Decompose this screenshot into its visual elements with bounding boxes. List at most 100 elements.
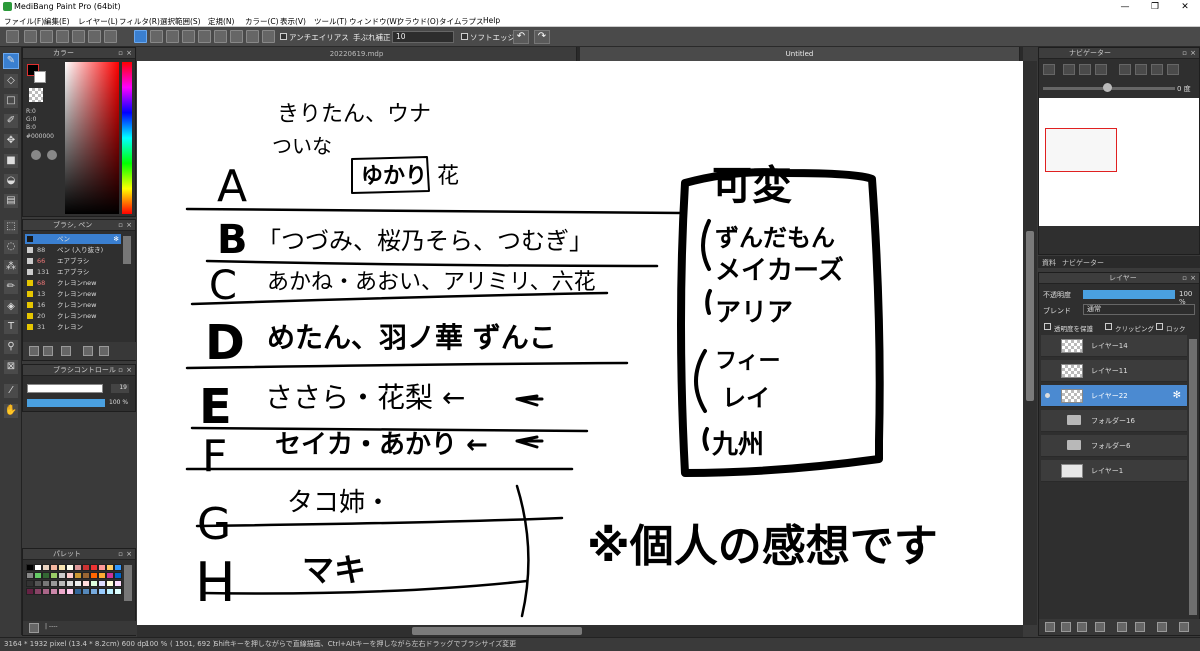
brush-item[interactable]: 68 クレヨンnew [25, 278, 121, 288]
tab-navigator[interactable]: ナビゲーター [1062, 258, 1104, 268]
layer-item[interactable]: レイヤー14 [1041, 335, 1187, 357]
palette-swatch[interactable] [114, 572, 122, 579]
brush-add-icon[interactable] [29, 346, 39, 356]
reset-rotation-icon[interactable] [1151, 64, 1163, 75]
palette-swatch[interactable] [82, 588, 90, 595]
palette-swatch[interactable] [26, 564, 34, 571]
navigator-preview[interactable] [1039, 98, 1199, 226]
palette-swatch[interactable] [98, 580, 106, 587]
snap-settings-icon[interactable] [262, 30, 275, 43]
select-pen-tool-icon[interactable]: ✏ [3, 279, 19, 295]
palette-menu[interactable]: | ---- [45, 623, 58, 630]
save-icon[interactable] [88, 30, 101, 43]
panel-float-icon[interactable]: ▫ [118, 549, 123, 560]
menu-help[interactable]: Help [483, 16, 500, 25]
palette-swatch[interactable] [114, 580, 122, 587]
palette-swatch[interactable] [74, 564, 82, 571]
palette-scrollbar[interactable] [124, 565, 132, 601]
flip-horizontal-icon[interactable] [1167, 64, 1179, 75]
dot-tool-icon[interactable]: ✐ [3, 113, 19, 129]
brush-item[interactable]: 16 クレヨンnew [25, 300, 121, 310]
delete-layer-icon[interactable] [1179, 622, 1189, 632]
palette-swatch[interactable] [34, 564, 42, 571]
brush-opacity-slider[interactable] [27, 399, 105, 407]
brush-tool-icon[interactable]: ✎ [3, 53, 19, 69]
palette-swatch[interactable] [90, 572, 98, 579]
stabilizer-select[interactable]: 10 [392, 31, 454, 43]
panel-close-icon[interactable]: × [126, 549, 132, 560]
tab-material[interactable]: 資料 [1042, 258, 1056, 268]
palette-swatch[interactable] [106, 580, 114, 587]
drawing-canvas[interactable]: きりたん、ウナ ついな ゆかり 花 A B 「つづみ、桜乃そら、つむぎ」 C あ… [137, 61, 1023, 625]
redo-button[interactable]: ↷ [534, 30, 550, 44]
palette-swatch[interactable] [114, 564, 122, 571]
close-button[interactable]: ✕ [1170, 0, 1200, 14]
snap-radial-icon[interactable] [198, 30, 211, 43]
vscroll-thumb[interactable] [1026, 231, 1034, 401]
snap-circle-icon[interactable] [214, 30, 227, 43]
soft-edge-checkbox[interactable] [461, 33, 468, 40]
zoom-in-icon[interactable] [1043, 64, 1055, 75]
rect-select-tool-icon[interactable]: □ [3, 93, 19, 109]
brush-size-value[interactable]: 19 [111, 384, 129, 393]
brush-folder-icon[interactable] [99, 346, 109, 356]
menu-cloud[interactable]: クラウド(O) [397, 16, 439, 27]
layer-item[interactable]: レイヤー1 [1041, 460, 1187, 482]
menu-color[interactable]: カラー(C) [245, 16, 279, 27]
palette-swatch[interactable] [34, 588, 42, 595]
brush-item[interactable]: ペン ✻ [25, 234, 121, 244]
lasso-tool-icon[interactable]: ◌ [3, 239, 19, 255]
new-halftone-layer-icon[interactable] [1061, 622, 1071, 632]
rotation-slider-thumb[interactable] [1103, 83, 1112, 92]
palette-swatch[interactable] [106, 572, 114, 579]
fit-icon[interactable] [1079, 64, 1091, 75]
palette-swatch[interactable] [50, 580, 58, 587]
canvas-horizontal-scrollbar[interactable] [137, 625, 1023, 637]
navigator-viewport[interactable] [1045, 128, 1117, 172]
palette-swatch[interactable] [50, 588, 58, 595]
layer-property-icon[interactable] [1157, 622, 1167, 632]
divide-tool-icon[interactable]: ⚲ [3, 339, 19, 355]
palette-swatch[interactable] [98, 572, 106, 579]
clipping-checkbox[interactable] [1105, 323, 1112, 330]
tab-20220619[interactable]: 20220619.mdp [137, 47, 577, 61]
panel-float-icon[interactable]: ▫ [118, 365, 123, 376]
palette-swatch[interactable] [50, 572, 58, 579]
palette-swatch[interactable] [90, 588, 98, 595]
zoom-out-icon[interactable] [1063, 64, 1075, 75]
layer-item[interactable]: レイヤー11 [1041, 360, 1187, 382]
palette-swatch[interactable] [26, 588, 34, 595]
brush-edit-icon[interactable] [83, 346, 93, 356]
palette-swatch[interactable] [58, 588, 66, 595]
folder-item[interactable]: フォルダー6 [1041, 435, 1187, 457]
palette-swatch[interactable] [42, 564, 50, 571]
antialias-checkbox[interactable] [280, 33, 287, 40]
menu-filter[interactable]: フィルタ(R) [119, 16, 160, 27]
transparent-swatch[interactable] [29, 88, 43, 102]
rotate-right-icon[interactable] [1135, 64, 1147, 75]
palette-swatch[interactable] [58, 580, 66, 587]
palette-add-icon[interactable] [29, 623, 39, 633]
menu-window[interactable]: ウィンドウ(W) [349, 16, 400, 27]
brush-item[interactable]: 20 クレヨンnew [25, 311, 121, 321]
menu-file[interactable]: ファイル(F) [4, 16, 44, 27]
palette-swatch[interactable] [34, 572, 42, 579]
eraser-tool-icon[interactable]: ◇ [3, 73, 19, 89]
palette-swatch[interactable] [98, 588, 106, 595]
select-tool-icon[interactable]: ⬚ [3, 219, 19, 235]
rotate-left-icon[interactable] [1119, 64, 1131, 75]
palette-swatch[interactable] [58, 572, 66, 579]
new-file-icon[interactable] [24, 30, 37, 43]
palette-swatch[interactable] [66, 572, 74, 579]
palette-swatch[interactable] [98, 564, 106, 571]
brush-size-slider[interactable] [27, 384, 103, 393]
panel-float-icon[interactable]: ▫ [1182, 273, 1187, 284]
menu-ruler[interactable]: 定規(N) [208, 16, 234, 27]
palette-swatch[interactable] [74, 572, 82, 579]
operation-tool-icon[interactable]: ⊠ [3, 359, 19, 375]
menu-tool[interactable]: ツール(T) [314, 16, 347, 27]
menu-layer[interactable]: レイヤー(L) [78, 16, 118, 27]
panel-close-icon[interactable]: × [126, 48, 132, 59]
palette-swatch[interactable] [106, 588, 114, 595]
palette-swatch[interactable] [106, 564, 114, 571]
